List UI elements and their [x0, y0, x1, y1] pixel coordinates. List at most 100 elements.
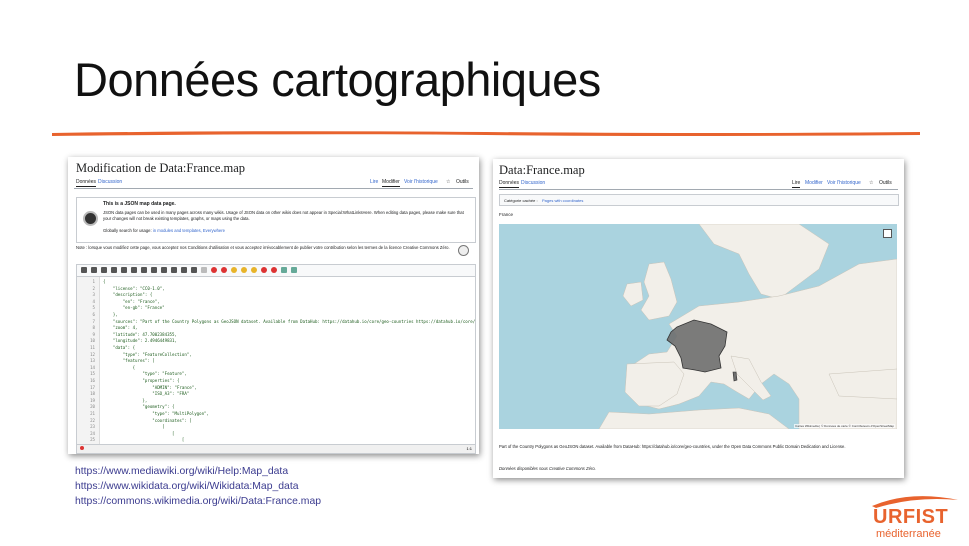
- red-circle-icon[interactable]: [261, 267, 267, 273]
- image-icon[interactable]: [281, 267, 287, 273]
- pencil-icon[interactable]: [181, 267, 187, 273]
- tree-icon[interactable]: [161, 267, 167, 273]
- line-number: 12: [90, 351, 95, 357]
- reference-links: https://www.mediawiki.org/wiki/Help:Map_…: [75, 464, 321, 509]
- replace-icon[interactable]: [151, 267, 157, 273]
- line-number: 4: [92, 298, 95, 304]
- editor-tabs-bar: Données Discussion Lire Modifier Voir l'…: [74, 176, 473, 189]
- line-number: 14: [90, 364, 95, 370]
- line-number: 2: [92, 285, 95, 291]
- code-text: "features": [: [103, 358, 155, 364]
- indent-icon[interactable]: [91, 267, 97, 273]
- fullscreen-icon[interactable]: [883, 229, 892, 238]
- gutter-icon[interactable]: [131, 267, 137, 273]
- viewer-tabs-bar: Données Discussion Lire Modifier Voir l'…: [499, 177, 898, 190]
- code-text: [: [103, 430, 175, 436]
- link-mediawiki-help[interactable]: https://www.mediawiki.org/wiki/Help:Map_…: [75, 464, 321, 479]
- map-page-screenshot: Data:France.map Données Discussion Lire …: [493, 159, 904, 478]
- editor-status-bar: 1:1: [76, 444, 476, 454]
- logo-main: URFIST: [873, 506, 949, 528]
- code-text: "type": "Feature",: [103, 371, 187, 377]
- emoji-icon[interactable]: [251, 267, 257, 273]
- code-text: "coordinates": [: [103, 417, 192, 423]
- code-text: {: [103, 364, 136, 370]
- map-caption: France: [499, 212, 514, 217]
- code-text: "license": "CC0-1.0",: [103, 285, 165, 291]
- code-text: [: [103, 437, 185, 443]
- code-editor[interactable]: 1 {2 "license": "CC0-1.0", 3 "description"…: [76, 276, 476, 446]
- line-number: 24: [90, 430, 95, 436]
- license-text: Données disponibles sous Creative Common…: [499, 466, 596, 471]
- action-modifier[interactable]: Modifier: [805, 180, 823, 186]
- code-text: "longitude": 2.4946449831,: [103, 338, 177, 344]
- line-number: 5: [92, 305, 95, 311]
- category-link[interactable]: Pages with coordinates: [542, 198, 583, 203]
- wrap-icon[interactable]: [121, 267, 127, 273]
- notice-usage-links[interactable]: in modules and templates, Everywhere: [153, 228, 225, 233]
- action-historique[interactable]: Voir l'historique: [404, 179, 438, 185]
- code-text: "type": "FeatureCollection",: [103, 351, 192, 357]
- code-icon[interactable]: [81, 267, 87, 273]
- tab-donnees[interactable]: Données: [499, 180, 520, 188]
- line-number: 6: [92, 312, 95, 317]
- corsica-polygon: [732, 371, 738, 382]
- action-lire[interactable]: Lire: [370, 179, 378, 185]
- notice-usage: Globally search for usage: in modules an…: [103, 228, 225, 233]
- help-circle-icon[interactable]: [271, 267, 277, 273]
- link-wikidata-map-data[interactable]: https://www.wikidata.org/wiki/Wikidata:M…: [75, 479, 321, 494]
- land-turkey: [828, 368, 897, 400]
- warning-icon[interactable]: [231, 267, 237, 273]
- slide-title: Données cartographiques: [74, 53, 601, 106]
- format-icon[interactable]: [171, 267, 177, 273]
- code-text: "ISO_A3": "FRA": [103, 391, 190, 397]
- action-outils[interactable]: Outils: [456, 179, 469, 185]
- help-icon[interactable]: [458, 245, 469, 256]
- outdent-icon[interactable]: [101, 267, 107, 273]
- land-scandinavia: [698, 224, 830, 300]
- camera-icon[interactable]: [191, 267, 197, 273]
- globe-icon[interactable]: [291, 267, 297, 273]
- source-text: Part of the Country Polygons as GeoJSON …: [499, 444, 846, 449]
- editor-page-title: Modification de Data:France.map: [76, 161, 246, 175]
- tab-discussion[interactable]: Discussion: [98, 179, 122, 185]
- map-view[interactable]: Cartes Wikimedia | © Données de carte © …: [499, 224, 897, 429]
- brush-divider: [52, 131, 920, 136]
- document-icon[interactable]: [201, 267, 207, 273]
- line-number: 21: [90, 411, 95, 416]
- line-number: 11: [90, 345, 95, 350]
- code-text: {: [103, 279, 106, 284]
- error-count-icon: [80, 446, 84, 450]
- paragraph-icon[interactable]: [111, 267, 117, 273]
- search-icon[interactable]: [141, 267, 147, 273]
- action-modifier[interactable]: Modifier: [382, 179, 400, 187]
- line-number: 9: [92, 331, 95, 337]
- action-outils[interactable]: Outils: [879, 180, 892, 186]
- land-ireland: [622, 281, 644, 307]
- action-lire[interactable]: Lire: [792, 180, 801, 188]
- line-number: 15: [90, 371, 95, 377]
- notice-title: This is a JSON map data page.: [103, 201, 176, 207]
- code-text: "geometry": {: [103, 404, 175, 410]
- line-number: 3: [92, 292, 95, 298]
- line-number: 16: [90, 378, 95, 383]
- action-historique[interactable]: Voir l'historique: [827, 180, 861, 186]
- code-text: "zoom": 4,: [103, 325, 138, 331]
- star-icon[interactable]: ☆: [446, 179, 450, 185]
- smile-icon[interactable]: [241, 267, 247, 273]
- link-commons-france-map[interactable]: https://commons.wikimedia.org/wiki/Data:…: [75, 494, 321, 509]
- line-number: 20: [90, 404, 95, 410]
- error-icon[interactable]: [221, 267, 227, 273]
- hidden-category-box: Catégorie cachée : Pages with coordinate…: [499, 194, 899, 206]
- code-text: "ADMIN": "France",: [103, 384, 197, 390]
- code-text: "properties": {: [103, 378, 180, 383]
- stop-icon[interactable]: [211, 267, 217, 273]
- land-north-africa: [598, 407, 790, 429]
- notice-body: JSON data pages can be used in many page…: [103, 210, 464, 221]
- viewer-page-title: Data:France.map: [499, 163, 585, 177]
- land-uk: [640, 261, 678, 321]
- logo-sub: méditerranée: [876, 528, 941, 540]
- tab-donnees[interactable]: Données: [76, 179, 97, 187]
- tab-discussion[interactable]: Discussion: [521, 180, 545, 186]
- line-number: 23: [90, 424, 95, 430]
- star-icon[interactable]: ☆: [869, 180, 873, 186]
